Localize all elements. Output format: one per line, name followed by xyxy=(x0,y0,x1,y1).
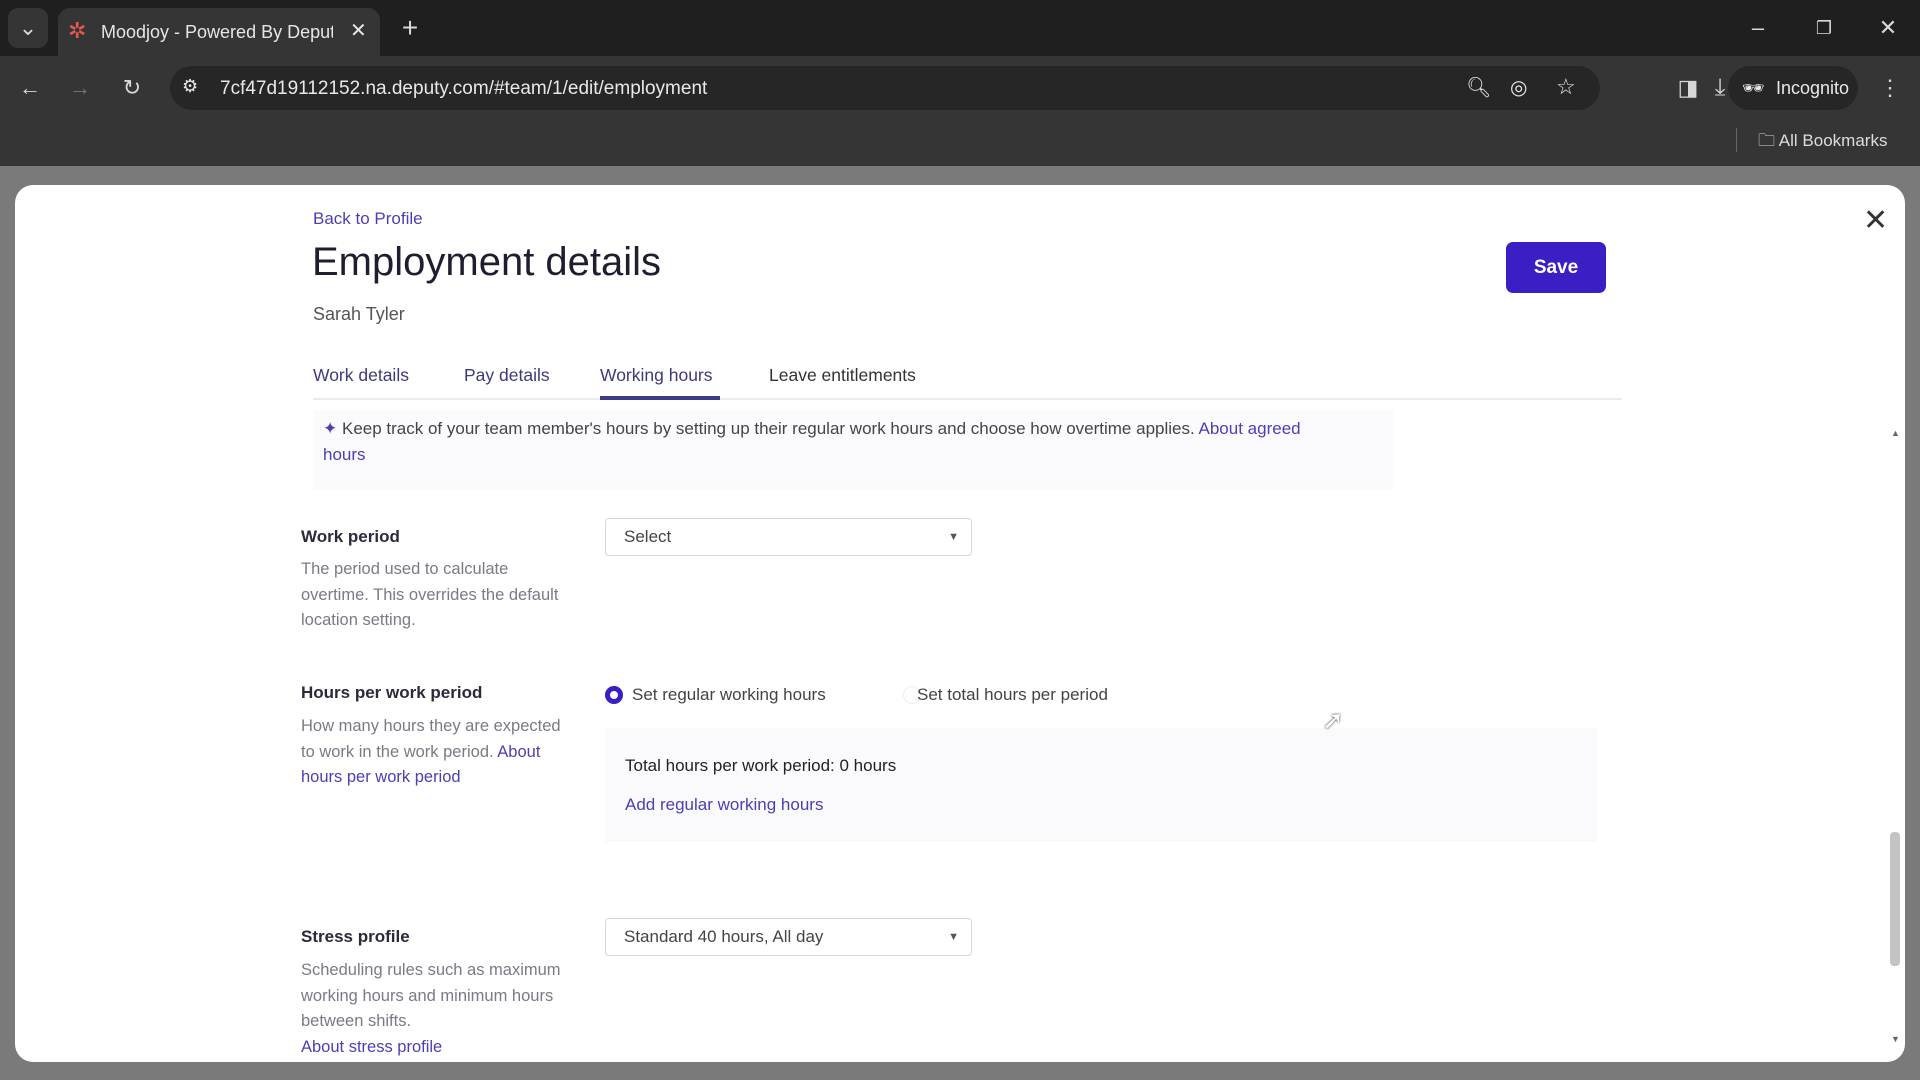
side-panel-icon[interactable]: ◨ xyxy=(1668,68,1708,108)
work-period-desc: The period used to calculate overtime. T… xyxy=(301,560,559,629)
hours-panel: Total hours per work period: 0 hours Add… xyxy=(605,728,1597,842)
star-icon[interactable]: ☆ xyxy=(1556,74,1576,100)
stress-desc: Scheduling rules such as maximum working… xyxy=(301,958,561,1060)
work-period-label: Work period xyxy=(301,527,400,546)
stress-profile-value: Standard 40 hours, All day xyxy=(624,927,824,946)
sparkle-icon: ✦ xyxy=(323,419,338,438)
hours-label: Hours per work period xyxy=(301,683,483,702)
back-to-profile-link[interactable]: Back to Profile xyxy=(313,209,423,229)
about-agreed-hours-link-cont[interactable]: hours xyxy=(323,445,366,464)
stress-profile-label: Stress profile xyxy=(301,927,410,946)
close-modal-icon[interactable]: ✕ xyxy=(1863,203,1888,238)
stress-desc-text: Scheduling rules such as maximum working… xyxy=(301,961,561,1030)
reload-icon[interactable]: ↻ xyxy=(112,68,152,108)
close-tab-icon[interactable]: ✕ xyxy=(350,18,367,43)
url-text: 7cf47d19112152.na.deputy.com/#team/1/edi… xyxy=(220,78,708,99)
deputy-logo-icon: ✲ xyxy=(68,18,87,43)
tabs-divider xyxy=(313,398,1622,400)
tab-pay-details[interactable]: Pay details xyxy=(464,365,550,386)
incognito-icon: 🕶︎ xyxy=(1742,78,1765,98)
all-bookmarks[interactable]: 🗀 All Bookmarks xyxy=(1758,128,1887,157)
incognito-badge[interactable]: 🕶︎ Incognito xyxy=(1728,66,1858,110)
eye-off-icon[interactable]: ◎ xyxy=(1510,75,1527,100)
browser-tab-strip: ⌄ ✲ Moodjoy - Powered By Deputy ✕ + – ❐ … xyxy=(0,0,1920,56)
site-info-icon[interactable]: ⚙ xyxy=(182,76,198,97)
active-tab-indicator xyxy=(600,396,720,400)
info-text: Keep track of your team member's hours b… xyxy=(341,419,1195,438)
tab-search-chevron-icon[interactable]: ⌄ xyxy=(8,8,48,48)
employee-name: Sarah Tyler xyxy=(313,304,405,324)
incognito-label: Incognito xyxy=(1776,78,1850,98)
about-stress-link[interactable]: About stress profile xyxy=(301,1038,442,1056)
scroll-up-icon[interactable]: ▲ xyxy=(1891,428,1900,438)
radio-regular-hours[interactable] xyxy=(605,686,623,704)
bookmarks-label: All Bookmarks xyxy=(1778,131,1888,150)
page-title: Employment details xyxy=(312,240,662,284)
regular-hours-label[interactable]: Set regular working hours xyxy=(632,685,826,705)
tab-title: Moodjoy - Powered By Deputy xyxy=(101,22,333,42)
address-bar[interactable]: ⚙ 7cf47d19112152.na.deputy.com/#team/1/e… xyxy=(170,66,1600,110)
scroll-down-icon[interactable]: ▼ xyxy=(1891,1034,1900,1044)
about-agreed-hours-link[interactable]: About agreed xyxy=(1199,419,1301,438)
scrollbar[interactable]: ▲ ▼ xyxy=(1888,428,1902,1048)
add-regular-hours-link[interactable]: Add regular working hours xyxy=(625,795,823,815)
zoom-icon[interactable]: 🔍︎ xyxy=(1466,75,1491,100)
forward-icon[interactable]: → xyxy=(60,68,100,108)
browser-tab[interactable]: ✲ Moodjoy - Powered By Deputy ✕ xyxy=(58,8,380,56)
hours-desc: How many hours they are expected to work… xyxy=(301,714,561,791)
work-period-select[interactable]: Select ▼ xyxy=(605,518,972,556)
tab-work-details[interactable]: Work details xyxy=(313,365,409,386)
mouse-cursor-icon: ➚ xyxy=(1322,705,1344,735)
info-banner: ✦ Keep track of your team member's hours… xyxy=(313,410,1393,490)
tab-working-hours[interactable]: Working hours xyxy=(600,365,713,386)
total-hours-label[interactable]: Set total hours per period xyxy=(917,685,1108,705)
employment-modal: ✕ Back to Profile Employment details Sar… xyxy=(15,185,1905,1062)
close-window-icon[interactable]: ✕ xyxy=(1868,8,1908,48)
caret-down-icon: ▼ xyxy=(948,531,959,543)
stress-profile-select[interactable]: Standard 40 hours, All day ▼ xyxy=(605,918,972,956)
scrollbar-thumb[interactable] xyxy=(1890,832,1900,966)
save-button[interactable]: Save xyxy=(1506,242,1606,293)
caret-down-icon: ▼ xyxy=(948,931,959,943)
total-hours-text: Total hours per work period: 0 hours xyxy=(625,756,897,775)
minimize-icon[interactable]: – xyxy=(1738,8,1778,48)
restore-icon[interactable]: ❐ xyxy=(1804,8,1844,48)
work-period-value: Select xyxy=(624,527,672,546)
menu-icon[interactable]: ⋮ xyxy=(1870,68,1910,108)
divider xyxy=(1736,128,1737,152)
back-icon[interactable]: ← xyxy=(10,68,50,108)
folder-icon: 🗀 xyxy=(1758,131,1775,150)
new-tab-icon[interactable]: + xyxy=(390,8,430,48)
tab-leave-entitlements[interactable]: Leave entitlements xyxy=(769,365,916,386)
